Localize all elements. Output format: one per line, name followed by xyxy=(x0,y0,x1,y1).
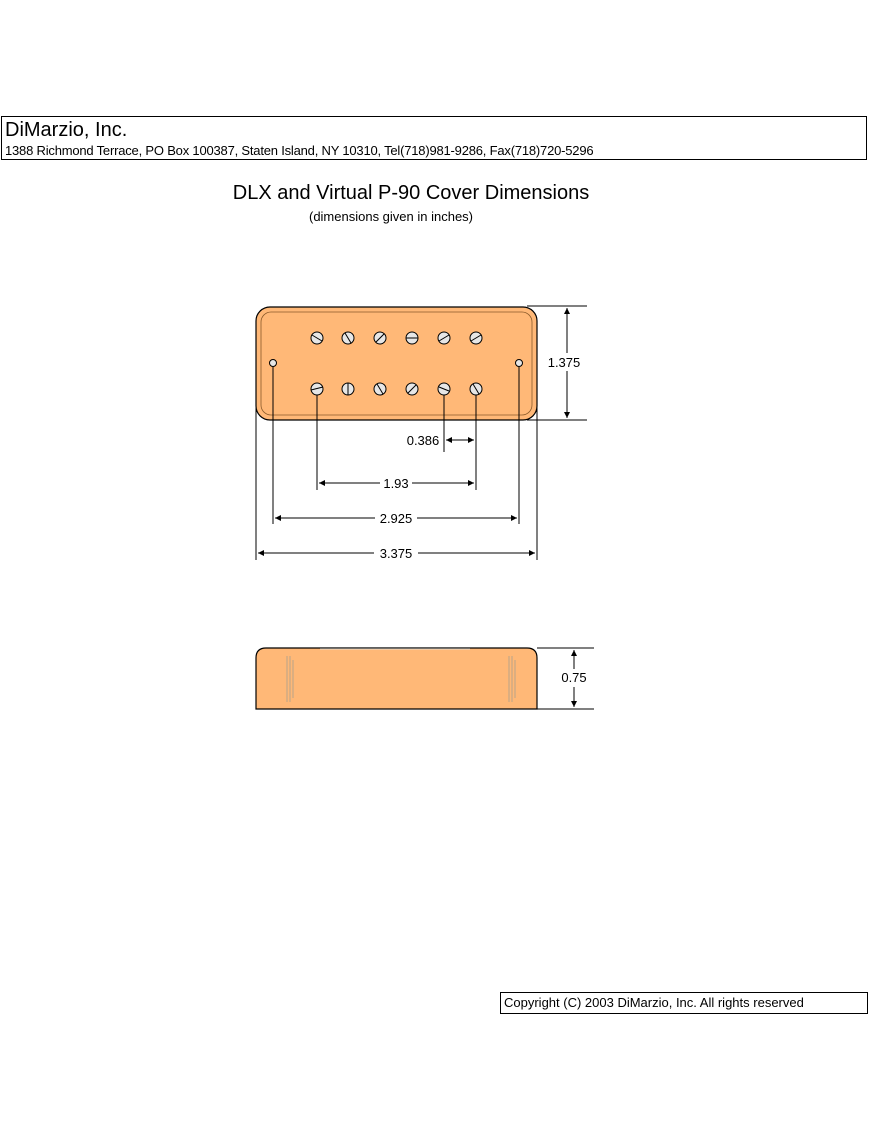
copyright-notice: Copyright (C) 2003 DiMarzio, Inc. All ri… xyxy=(500,992,868,1014)
cover-drawing: 1.375 0.386 1.93 2.925 3.375 0.75 xyxy=(255,305,594,710)
dim-overall-length-label: 3.375 xyxy=(380,546,413,561)
dim-depth: 0.75 xyxy=(537,647,594,710)
pole-screw xyxy=(341,331,355,345)
dim-height-label: 1.375 xyxy=(548,355,581,370)
pole-screw xyxy=(373,382,387,396)
dim-depth-label: 0.75 xyxy=(561,670,586,685)
pole-screw xyxy=(469,382,483,396)
pole-screw xyxy=(437,331,451,345)
cover-body-outline xyxy=(255,306,538,421)
dim-pole-spacing-label: 0.386 xyxy=(407,433,440,448)
pole-screw xyxy=(373,331,387,345)
side-body-outline xyxy=(255,647,538,710)
top-view: 1.375 0.386 1.93 2.925 3.375 xyxy=(255,305,587,561)
pole-screw xyxy=(405,382,419,396)
dim-overall-length: 3.375 xyxy=(258,545,535,561)
dim-pole-span-label: 1.93 xyxy=(383,476,408,491)
dim-mount-hole-span-label: 2.925 xyxy=(380,511,413,526)
dim-mount-hole-span: 2.925 xyxy=(275,510,517,526)
pole-screw xyxy=(437,382,451,396)
pole-screw xyxy=(310,331,324,345)
pole-screw xyxy=(341,382,355,396)
mount-hole-left xyxy=(269,359,277,367)
pole-screw xyxy=(469,331,483,345)
dim-pole-span: 1.93 xyxy=(319,475,474,491)
side-view: 0.75 xyxy=(255,647,594,710)
pole-screw xyxy=(310,382,324,396)
dim-pole-spacing: 0.386 xyxy=(407,433,474,448)
pole-screw xyxy=(405,331,419,345)
mount-hole-right xyxy=(515,359,523,367)
